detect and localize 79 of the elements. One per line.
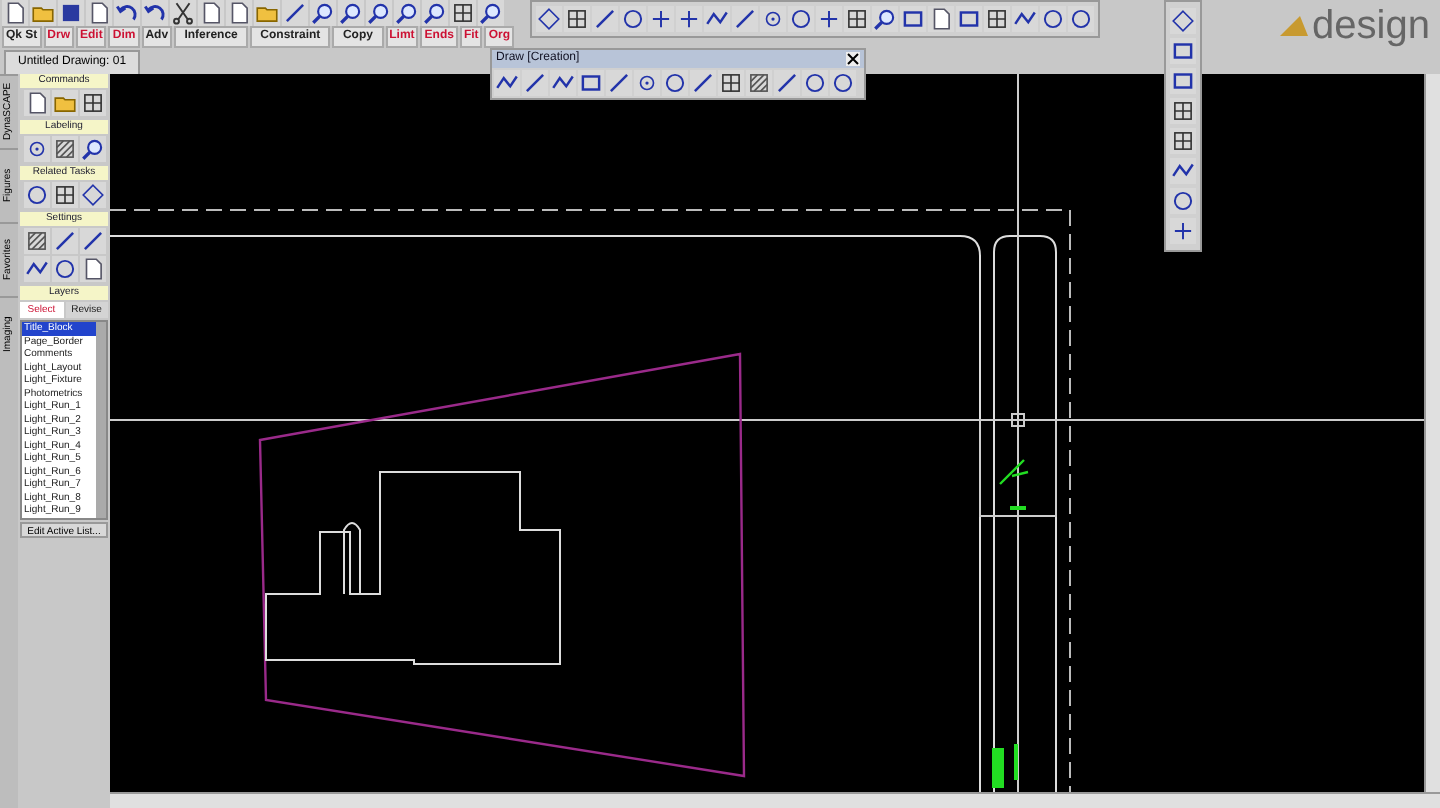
cross-icon[interactable] [816,6,842,32]
circle-icon[interactable] [51,256,77,282]
magnifier-icon[interactable] [872,6,898,32]
hatch-icon[interactable] [746,70,772,96]
hatch-icon[interactable] [51,136,77,162]
horizontal-scrollbar[interactable] [110,792,1440,808]
logo-mark-icon [1280,16,1308,36]
rectangle-icon[interactable] [1170,38,1196,64]
circle-icon[interactable] [662,70,688,96]
grid-icon[interactable] [844,6,870,32]
magnifier-icon[interactable] [309,0,335,26]
line-icon[interactable] [281,0,307,26]
grid-icon[interactable] [449,0,475,26]
circle-icon[interactable] [802,70,828,96]
grid-icon[interactable] [984,6,1010,32]
document-icon[interactable] [197,0,223,26]
cross-icon[interactable] [1170,218,1196,244]
magnifier-icon[interactable] [477,0,503,26]
rectangle-icon[interactable] [1170,68,1196,94]
circle-icon[interactable] [620,6,646,32]
cross-icon[interactable] [648,6,674,32]
line-icon[interactable] [690,70,716,96]
magnifier-icon[interactable] [365,0,391,26]
vertical-scrollbar[interactable] [1424,74,1440,792]
logo: design [1312,6,1430,46]
grid-icon[interactable] [718,70,744,96]
dot-icon[interactable] [23,136,49,162]
magnifier-icon[interactable] [79,136,105,162]
polyline-icon[interactable] [704,6,730,32]
polyline-icon[interactable] [494,70,520,96]
document-icon[interactable] [225,0,251,26]
dot-icon[interactable] [634,70,660,96]
line-icon[interactable] [522,70,548,96]
line-icon[interactable] [732,6,758,32]
polyline-icon[interactable] [1170,158,1196,184]
folder-icon[interactable] [29,0,55,26]
cross-icon[interactable] [676,6,702,32]
grid-icon[interactable] [51,182,77,208]
magnifier-icon[interactable] [337,0,363,26]
circle-icon[interactable] [1040,6,1066,32]
line-icon[interactable] [774,70,800,96]
grid-icon[interactable] [79,90,105,116]
line-icon[interactable] [606,70,632,96]
dot-icon[interactable] [760,6,786,32]
document-icon[interactable] [928,6,954,32]
undo-icon[interactable] [113,0,139,26]
line-icon[interactable] [592,6,618,32]
folder-icon[interactable] [253,0,279,26]
rectangle-icon[interactable] [578,70,604,96]
document-icon[interactable] [23,90,49,116]
document-icon[interactable] [85,0,111,26]
folder-icon[interactable] [51,90,77,116]
grid-icon[interactable] [564,6,590,32]
document-icon[interactable] [1,0,27,26]
rectangle-icon[interactable] [956,6,982,32]
hatch-icon[interactable] [23,228,49,254]
rectangle-icon[interactable] [900,6,926,32]
diamond-icon[interactable] [1170,8,1196,34]
line-icon[interactable] [79,228,105,254]
polyline-icon[interactable] [23,256,49,282]
undo-icon[interactable] [141,0,167,26]
polyline-icon[interactable] [1012,6,1038,32]
polyline-icon[interactable] [550,70,576,96]
diamond-icon[interactable] [79,182,105,208]
document-icon[interactable] [79,256,105,282]
magnifier-icon[interactable] [421,0,447,26]
circle-icon[interactable] [1170,188,1196,214]
circle-icon[interactable] [788,6,814,32]
circle-icon[interactable] [23,182,49,208]
scrollbar[interactable] [96,322,106,517]
circle-icon[interactable] [830,70,856,96]
scissors-icon[interactable] [169,0,195,26]
line-icon[interactable] [51,228,77,254]
grid-icon[interactable] [1170,128,1196,154]
circle-icon[interactable] [1068,6,1094,32]
magnifier-icon[interactable] [393,0,419,26]
grid-icon[interactable] [1170,98,1196,124]
close-icon[interactable] [846,52,860,66]
diamond-icon[interactable] [536,6,562,32]
